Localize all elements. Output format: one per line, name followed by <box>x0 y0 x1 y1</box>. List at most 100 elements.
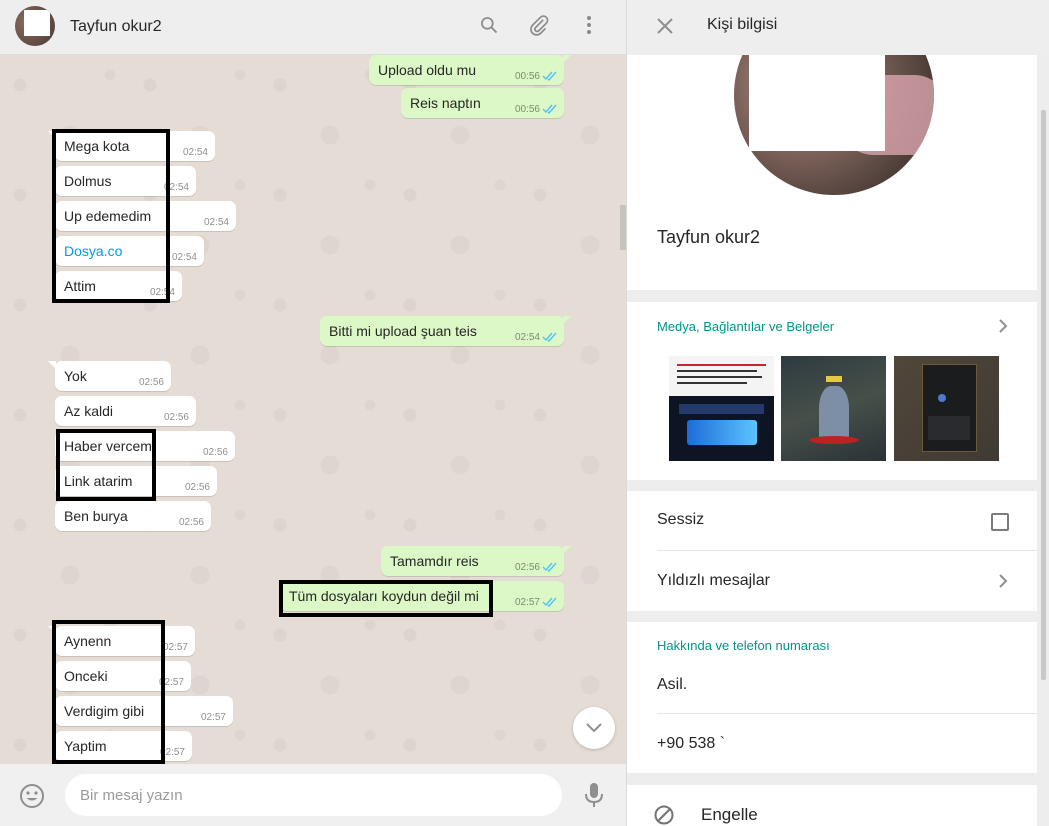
media-thumb-game-inventory[interactable] <box>894 356 999 461</box>
message-bubble-incoming[interactable]: Yaptim 02:57 <box>55 731 192 761</box>
message-text: Attim <box>64 278 96 294</box>
read-ticks-icon <box>542 332 557 342</box>
block-card[interactable]: Engelle <box>627 785 1037 826</box>
message-time: 02:56 <box>178 517 204 528</box>
message-text: Bitti mi upload şuan teis <box>329 323 477 339</box>
chat-header: Tayfun okur2 <box>0 0 626 55</box>
scroll-down-button[interactable] <box>573 707 615 749</box>
block-icon[interactable] <box>653 804 675 826</box>
chevron-down-icon <box>586 723 602 733</box>
message-bubble-outgoing[interactable]: Tüm dosyaları koydun değil mi 02:57 <box>280 581 564 611</box>
message-time: 02:54 <box>182 147 208 158</box>
message-time: 02:56 <box>184 482 210 493</box>
paperclip-icon[interactable] <box>527 13 551 37</box>
settings-card: Sessiz Yıldızlı mesajlar <box>627 491 1037 611</box>
message-bubble-incoming[interactable]: Aynenn 02:57 <box>48 626 195 656</box>
message-text: Az kaldi <box>64 403 114 419</box>
message-link[interactable]: Dosya.co <box>64 243 122 259</box>
redaction-box <box>749 55 885 151</box>
mute-label: Sessiz <box>657 511 705 528</box>
mic-icon[interactable] <box>583 781 605 809</box>
block-button-label[interactable]: Engelle <box>701 805 758 825</box>
close-icon[interactable] <box>655 16 675 36</box>
search-icon[interactable] <box>477 13 501 37</box>
message-bubble-incoming[interactable]: Mega kota 02:54 <box>48 131 215 161</box>
info-title: Kişi bilgisi <box>707 16 778 33</box>
message-text: Up edemedim <box>64 208 152 224</box>
message-text: Yok <box>64 368 87 384</box>
message-text: Tamamdır reis <box>390 553 479 569</box>
message-text: Verdigim gibi <box>64 703 145 719</box>
message-time: 02:57 <box>159 747 185 758</box>
message-bubble-outgoing[interactable]: Upload oldu mu 00:56 <box>369 55 571 85</box>
message-time: 02:56 <box>202 447 228 458</box>
about-section-label: Hakkında ve telefon numarası <box>657 638 830 653</box>
message-input[interactable] <box>65 774 562 816</box>
compose-bar <box>0 764 626 826</box>
message-text: Tüm dosyaları koydun değil mi <box>289 588 479 604</box>
message-time: 02:57 <box>162 642 188 653</box>
message-bubble-incoming[interactable]: Az kaldi 02:56 <box>55 396 196 426</box>
read-ticks-icon <box>542 71 557 81</box>
message-bubble-outgoing[interactable]: Tamamdır reis 02:56 <box>381 546 571 576</box>
info-header: Kişi bilgisi <box>627 0 1049 55</box>
message-time: 02:54 <box>149 287 175 298</box>
message-time: 02:57 <box>514 597 540 608</box>
contact-info-pane: Tayfun okur2 Kişi bilgisi Medya, Bağlant… <box>626 0 1049 826</box>
message-time: 02:56 <box>163 412 189 423</box>
message-text: Upload oldu mu <box>378 62 477 78</box>
chat-contact-name[interactable]: Tayfun okur2 <box>70 18 162 36</box>
phone-number: +90 538 ` <box>657 735 726 752</box>
message-bubble-incoming[interactable]: Attim 02:54 <box>55 271 182 301</box>
message-time: 02:56 <box>514 562 540 573</box>
message-time: 00:56 <box>514 71 540 82</box>
divider <box>657 713 1037 714</box>
message-bubble-incoming[interactable]: Ben burya 02:56 <box>55 501 211 531</box>
more-vert-icon[interactable] <box>577 13 601 37</box>
message-bubble-incoming[interactable]: Dolmus 02:54 <box>55 166 196 196</box>
message-text: Mega kota <box>64 138 130 154</box>
message-time: 00:56 <box>514 104 540 115</box>
chat-pane: Tayfun okur2 Upload oldu mu 00:56 Reis n… <box>0 0 626 826</box>
avatar[interactable] <box>15 6 55 46</box>
message-bubble-incoming[interactable]: Link atarim 02:56 <box>55 466 217 496</box>
about-card: Hakkında ve telefon numarası Asil. +90 5… <box>627 622 1037 773</box>
message-text: Aynenn <box>64 633 112 649</box>
media-section-link[interactable]: Medya, Bağlantılar ve Belgeler <box>657 319 834 334</box>
profile-card: Tayfun okur2 <box>627 55 1037 290</box>
about-text: Asil. <box>657 676 688 693</box>
media-card: Medya, Bağlantılar ve Belgeler <box>627 302 1037 480</box>
emoji-icon[interactable] <box>19 783 45 809</box>
message-bubble-incoming[interactable]: Up edemedim 02:54 <box>55 201 236 231</box>
message-list[interactable]: Upload oldu mu 00:56 Reis naptın 00:56 M… <box>0 55 620 764</box>
read-ticks-icon <box>542 597 557 607</box>
media-thumb-otp-poster[interactable] <box>669 356 774 461</box>
message-time: 02:54 <box>514 332 540 343</box>
info-scrollbar[interactable] <box>1041 110 1046 680</box>
mute-checkbox[interactable] <box>991 513 1009 531</box>
message-bubble-outgoing[interactable]: Reis naptın 00:56 <box>401 88 564 118</box>
message-bubble-incoming[interactable]: Onceki 02:57 <box>55 661 191 691</box>
message-text: Reis naptın <box>410 95 481 111</box>
message-text: Dolmus <box>64 173 112 189</box>
message-time: 02:57 <box>200 712 226 723</box>
message-time: 02:56 <box>138 377 164 388</box>
message-bubble-incoming[interactable]: Yok 02:56 <box>48 361 171 391</box>
message-bubble-outgoing[interactable]: Bitti mi upload şuan teis 02:54 <box>320 316 571 346</box>
media-thumb-game-character[interactable] <box>781 356 886 461</box>
message-text: Haber vercem <box>64 438 152 454</box>
message-text: Yaptim <box>64 738 107 754</box>
message-time: 02:54 <box>163 182 189 193</box>
message-time: 02:54 <box>203 217 229 228</box>
read-ticks-icon <box>542 562 557 572</box>
message-bubble-incoming[interactable]: Verdigim gibi 02:57 <box>55 696 233 726</box>
starred-messages-link[interactable]: Yıldızlı mesajlar <box>657 572 770 590</box>
chevron-right-icon[interactable] <box>997 319 1009 333</box>
message-bubble-incoming[interactable]: Haber vercem 02:56 <box>55 431 235 461</box>
profile-name: Tayfun okur2 <box>657 227 761 247</box>
message-time: 02:54 <box>171 252 197 263</box>
message-bubble-incoming[interactable]: Dosya.co 02:54 <box>55 236 204 266</box>
message-text: Link atarim <box>64 473 133 489</box>
message-text: Ben burya <box>64 508 128 524</box>
chevron-right-icon[interactable] <box>997 574 1009 588</box>
